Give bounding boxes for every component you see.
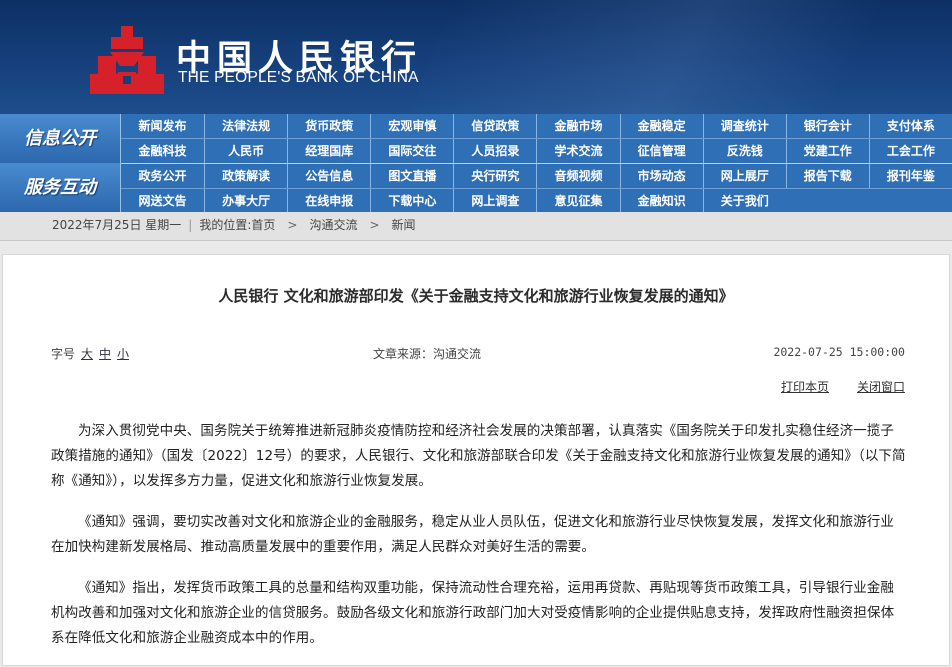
nav-item[interactable]: 报告下载 <box>785 164 869 188</box>
nav-row-1: 新闻发布 法律法规 货币政策 宏观审慎 信贷政策 金融市场 金融稳定 调查统计 … <box>121 114 952 138</box>
article-source: 文章来源：沟通交流 <box>373 347 482 361</box>
nav-item[interactable]: 支付体系 <box>868 114 952 138</box>
nav-item[interactable]: 征信管理 <box>619 139 703 163</box>
nav-item[interactable]: 关于我们 <box>702 189 786 213</box>
nav-item[interactable]: 金融稳定 <box>619 114 703 138</box>
nav-item[interactable]: 学术交流 <box>536 139 619 163</box>
location-label: 我的位置: <box>199 218 252 232</box>
logo-english-name[interactable]: THE PEOPLE'S BANK OF CHINA <box>178 69 419 87</box>
nav-section-label: 信息公开 <box>24 128 96 149</box>
nav-item[interactable]: 音频视频 <box>536 164 619 188</box>
nav-item[interactable]: 法律法规 <box>204 114 287 138</box>
pboc-emblem-icon[interactable] <box>90 26 164 98</box>
nav-item[interactable]: 金融市场 <box>536 114 619 138</box>
current-date: 2022年7月25日 星期一 <box>52 218 182 232</box>
nav-item[interactable]: 经理国库 <box>287 139 370 163</box>
nav-section-service-interaction: 服务互动 <box>0 163 121 212</box>
nav-item[interactable]: 宏观审慎 <box>370 114 453 138</box>
nav-item[interactable]: 人民币 <box>204 139 287 163</box>
font-size-label: 字号 <box>51 347 76 361</box>
nav-item[interactable]: 报刊年鉴 <box>868 164 952 188</box>
nav-section-label: 服务互动 <box>24 177 96 198</box>
chevron-right-icon: > <box>287 218 298 232</box>
font-size-small-link[interactable]: 小 <box>117 347 129 361</box>
article-actions: 打印本页 关闭窗口 <box>753 378 905 395</box>
font-size-medium-link[interactable]: 中 <box>99 347 111 361</box>
nav-item[interactable]: 图文直播 <box>370 164 453 188</box>
nav-item[interactable]: 办事大厅 <box>204 189 287 213</box>
nav-item[interactable]: 公告信息 <box>287 164 370 188</box>
nav-item[interactable]: 网上展厅 <box>702 164 786 188</box>
nav-item[interactable]: 政务公开 <box>121 164 204 188</box>
breadcrumb-separator: | <box>188 218 193 232</box>
nav-item[interactable]: 金融科技 <box>121 139 204 163</box>
nav-section-info-disclosure: 信息公开 <box>0 114 121 163</box>
article-datetime: 2022-07-25 15:00:00 <box>773 345 905 359</box>
nav-item[interactable]: 金融知识 <box>619 189 703 213</box>
header-decoration <box>400 0 952 114</box>
nav-item[interactable]: 央行研究 <box>453 164 536 188</box>
nav-item[interactable]: 新闻发布 <box>121 114 204 138</box>
nav-item[interactable]: 政策解读 <box>204 164 287 188</box>
nav-item[interactable]: 网上调查 <box>453 189 536 213</box>
article-body: 为深入贯彻党中央、国务院关于统筹推进新冠肺炎疫情防控和经济社会发展的决策部署，认… <box>51 419 907 667</box>
site-header: 中国人民银行 THE PEOPLE'S BANK OF CHINA <box>0 0 952 114</box>
article-paragraph: 《通知》强调，要切实改善对文化和旅游企业的金融服务，稳定从业人员队伍，促进文化和… <box>51 514 894 555</box>
nav-item[interactable]: 反洗钱 <box>702 139 786 163</box>
article-paragraph: 为深入贯彻党中央、国务院关于统筹推进新冠肺炎疫情防控和经济社会发展的决策部署，认… <box>51 423 906 489</box>
font-size-large-link[interactable]: 大 <box>81 347 93 361</box>
nav-row-3: 政务公开 政策解读 公告信息 图文直播 央行研究 音频视频 市场动态 网上展厅 … <box>121 164 952 188</box>
print-page-link[interactable]: 打印本页 <box>781 380 829 394</box>
nav-item[interactable]: 下载中心 <box>370 189 453 213</box>
nav-item[interactable]: 网送文告 <box>121 189 204 213</box>
nav-item[interactable]: 在线申报 <box>287 189 370 213</box>
nav-item[interactable]: 市场动态 <box>619 164 703 188</box>
main-navigation: 信息公开 服务互动 新闻发布 法律法规 货币政策 宏观审慎 信贷政策 金融市场 … <box>0 114 952 213</box>
nav-item[interactable]: 工会工作 <box>868 139 952 163</box>
breadcrumb-home-link[interactable]: 首页 <box>251 218 275 232</box>
article-title: 人民银行 文化和旅游部印发《关于金融支持文化和旅游行业恢复发展的通知》 <box>218 287 734 305</box>
nav-item[interactable]: 信贷政策 <box>453 114 536 138</box>
nav-item[interactable]: 货币政策 <box>287 114 370 138</box>
article-panel: 人民银行 文化和旅游部印发《关于金融支持文化和旅游行业恢复发展的通知》 字号大中… <box>2 254 950 666</box>
nav-row-2: 金融科技 人民币 经理国库 国际交往 人员招录 学术交流 征信管理 反洗钱 党建… <box>121 139 952 163</box>
nav-item[interactable]: 银行会计 <box>785 114 869 138</box>
nav-item[interactable]: 调查统计 <box>702 114 786 138</box>
nav-item[interactable]: 党建工作 <box>785 139 869 163</box>
font-size-selector: 字号大中小 <box>51 345 129 362</box>
nav-item[interactable]: 人员招录 <box>453 139 536 163</box>
breadcrumb-content: 2022年7月25日 星期一 | 我的位置:首页 > 沟通交流 > 新闻 <box>52 212 416 239</box>
close-window-link[interactable]: 关闭窗口 <box>857 380 905 394</box>
nav-item[interactable]: 意见征集 <box>536 189 619 213</box>
nav-item[interactable]: 国际交往 <box>370 139 453 163</box>
nav-row-4: 网送文告 办事大厅 在线申报 下载中心 网上调查 意见征集 金融知识 关于我们 <box>121 189 952 213</box>
breadcrumb-level2-link[interactable]: 新闻 <box>392 218 416 232</box>
article-paragraph: 《通知》指出，发挥货币政策工具的总量和结构双重功能，保持流动性合理充裕，运用再贷… <box>51 580 895 646</box>
breadcrumb: 2022年7月25日 星期一 | 我的位置:首页 > 沟通交流 > 新闻 <box>0 212 952 241</box>
chevron-right-icon: > <box>369 218 380 232</box>
breadcrumb-level1-link[interactable]: 沟通交流 <box>309 218 357 232</box>
